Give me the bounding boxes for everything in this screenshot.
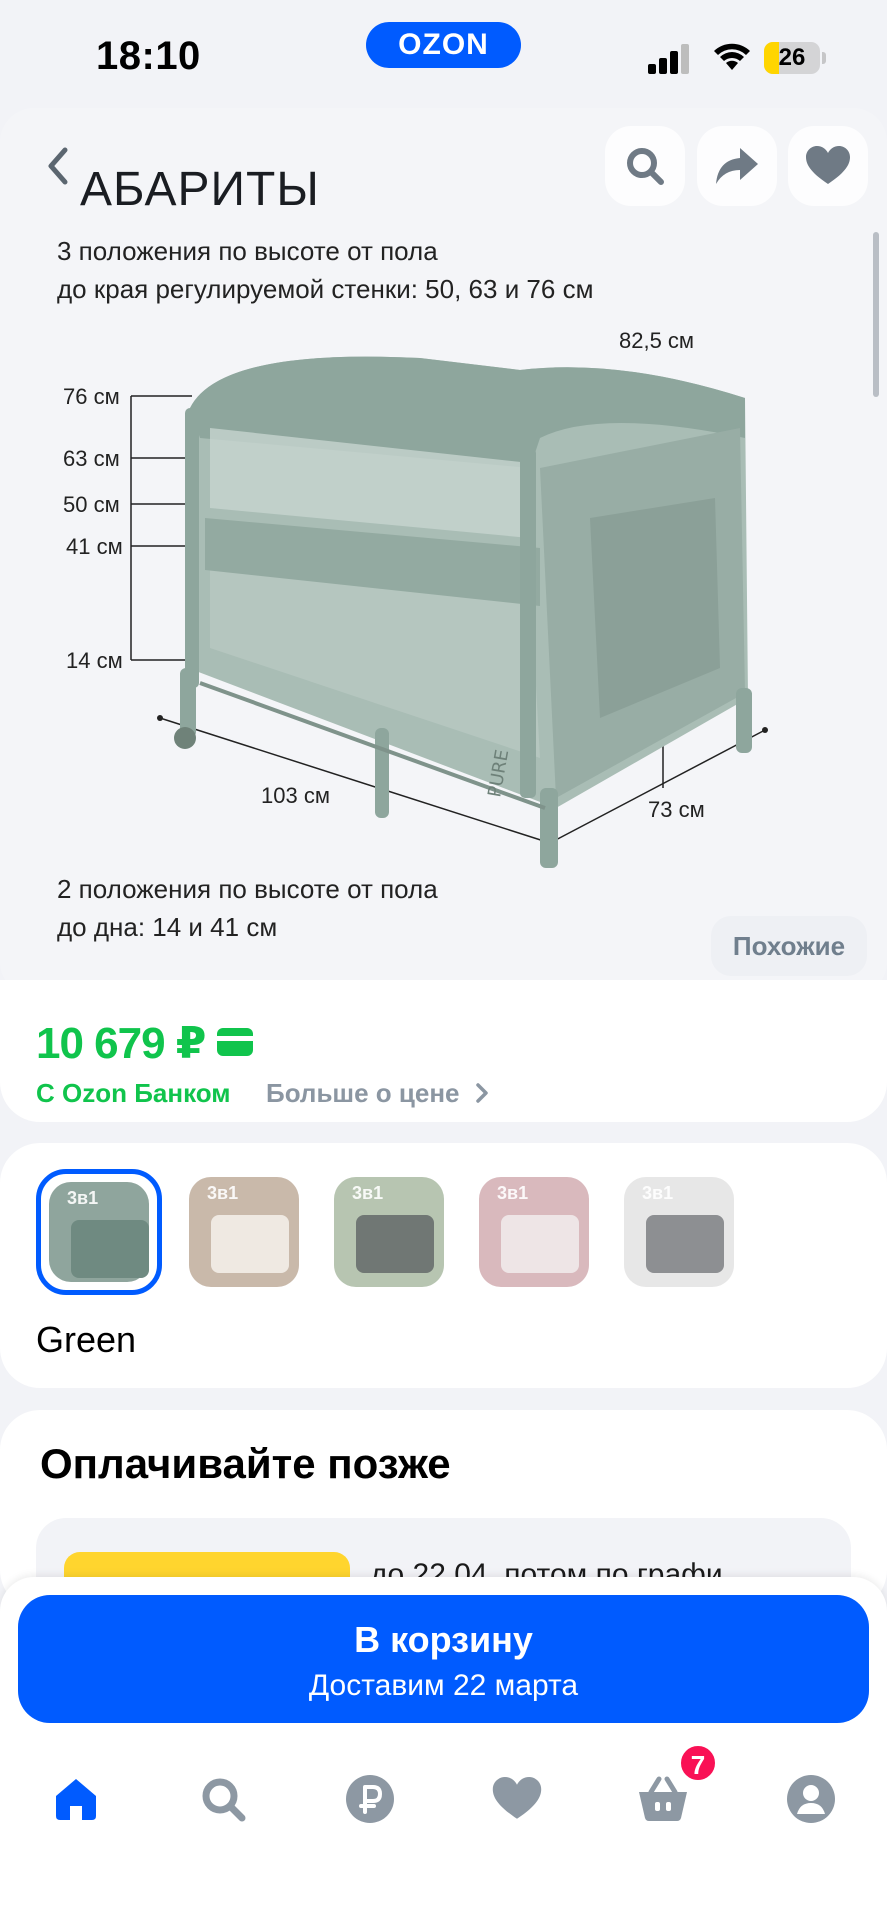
- crib-thumbnail-image: [501, 1215, 579, 1273]
- tab-profile[interactable]: [781, 1769, 841, 1829]
- chevron-left-icon: [48, 147, 68, 185]
- crib-thumbnail-image: [646, 1215, 724, 1273]
- search-icon: [202, 1778, 246, 1822]
- share-button[interactable]: [697, 126, 777, 206]
- color-variant-thumb[interactable]: 3в1: [471, 1169, 597, 1295]
- dimension-14: 14 см: [66, 648, 123, 673]
- bank-card-icon: [217, 1028, 253, 1056]
- tab-home[interactable]: [46, 1769, 106, 1829]
- heart-icon: [492, 1777, 542, 1819]
- tab-finance[interactable]: [340, 1769, 400, 1829]
- cellular-signal-icon: [648, 44, 689, 74]
- dimension-76: 76 см: [63, 384, 120, 409]
- search-icon: [627, 148, 664, 185]
- crib-thumbnail-image: [356, 1215, 434, 1273]
- ozon-logo: OZON: [366, 22, 521, 68]
- color-variant-thumb[interactable]: 3в1: [36, 1169, 162, 1295]
- color-variant-thumb[interactable]: 3в1: [326, 1169, 452, 1295]
- variant-label: 3в1: [642, 1183, 674, 1203]
- share-arrow-icon: [716, 148, 758, 184]
- dimension-height-total: 82,5 см: [619, 328, 695, 353]
- color-variants: 3в1 3в1 3в1 3в1 3в1 Green: [0, 1143, 887, 1388]
- tab-search[interactable]: [193, 1769, 253, 1829]
- add-to-cart-label: В корзину: [354, 1619, 533, 1660]
- variant-label: 3в1: [497, 1183, 529, 1203]
- similar-button[interactable]: Похожие: [711, 916, 867, 976]
- more-about-price-link[interactable]: Больше о цене: [266, 1078, 489, 1109]
- add-to-cart-button[interactable]: В корзину Доставим 22 марта: [18, 1595, 869, 1723]
- dimension-41: 41 см: [66, 534, 123, 559]
- status-bar: 18:10 OZON 26: [0, 0, 887, 108]
- chevron-right-icon: [475, 1083, 488, 1103]
- price-value: 10 679 ₽: [36, 1019, 206, 1068]
- variant-label: 3в1: [207, 1183, 239, 1203]
- ozon-bank-label[interactable]: С Ozon Банком: [36, 1078, 231, 1109]
- dimension-width: 73 см: [648, 797, 705, 822]
- bottom-bar: В корзину Доставим 22 марта: [0, 1577, 887, 1920]
- cart-count-badge: 7: [679, 1744, 717, 1782]
- dimension-length: 103 см: [261, 783, 330, 808]
- back-button[interactable]: [30, 138, 86, 194]
- dimension-50: 50 см: [63, 492, 120, 517]
- variant-label: 3в1: [67, 1188, 99, 1208]
- price-section: 10 679 ₽ С Ozon Банком Больше о цене: [0, 980, 887, 1122]
- basket-icon: [639, 1776, 687, 1821]
- tab-cart[interactable]: [633, 1769, 693, 1829]
- scrollbar[interactable]: [873, 232, 879, 397]
- crib-illustration: PURE: [130, 356, 768, 868]
- image-description-bottom: 2 положения по высоте от пола до дна: 14…: [57, 874, 438, 942]
- profile-icon: [787, 1775, 835, 1823]
- crib-thumbnail-image: [211, 1215, 289, 1273]
- wifi-icon: [714, 43, 750, 70]
- heart-icon: [806, 146, 850, 184]
- dimension-63: 63 см: [63, 446, 120, 471]
- favorite-button[interactable]: [788, 126, 868, 206]
- product-image-gallery[interactable]: АБАРИТЫ 3 положения по высоте от пола до…: [0, 108, 887, 996]
- ruble-icon: [346, 1775, 394, 1823]
- tab-favorites[interactable]: [487, 1769, 547, 1829]
- search-button[interactable]: [605, 126, 685, 206]
- battery-indicator: 26: [764, 42, 820, 74]
- pay-later-title: Оплачивайте позже: [40, 1440, 451, 1487]
- color-variant-thumb[interactable]: 3в1: [181, 1169, 307, 1295]
- crib-thumbnail-image: [71, 1220, 149, 1278]
- color-variant-thumb[interactable]: 3в1: [616, 1169, 742, 1295]
- home-icon: [56, 1779, 96, 1820]
- battery-level: 26: [778, 44, 806, 71]
- delivery-date: Доставим 22 марта: [308, 1669, 579, 1702]
- selected-color-name: Green: [36, 1319, 137, 1360]
- variant-label: 3в1: [352, 1183, 384, 1203]
- status-time: 18:10: [96, 34, 201, 78]
